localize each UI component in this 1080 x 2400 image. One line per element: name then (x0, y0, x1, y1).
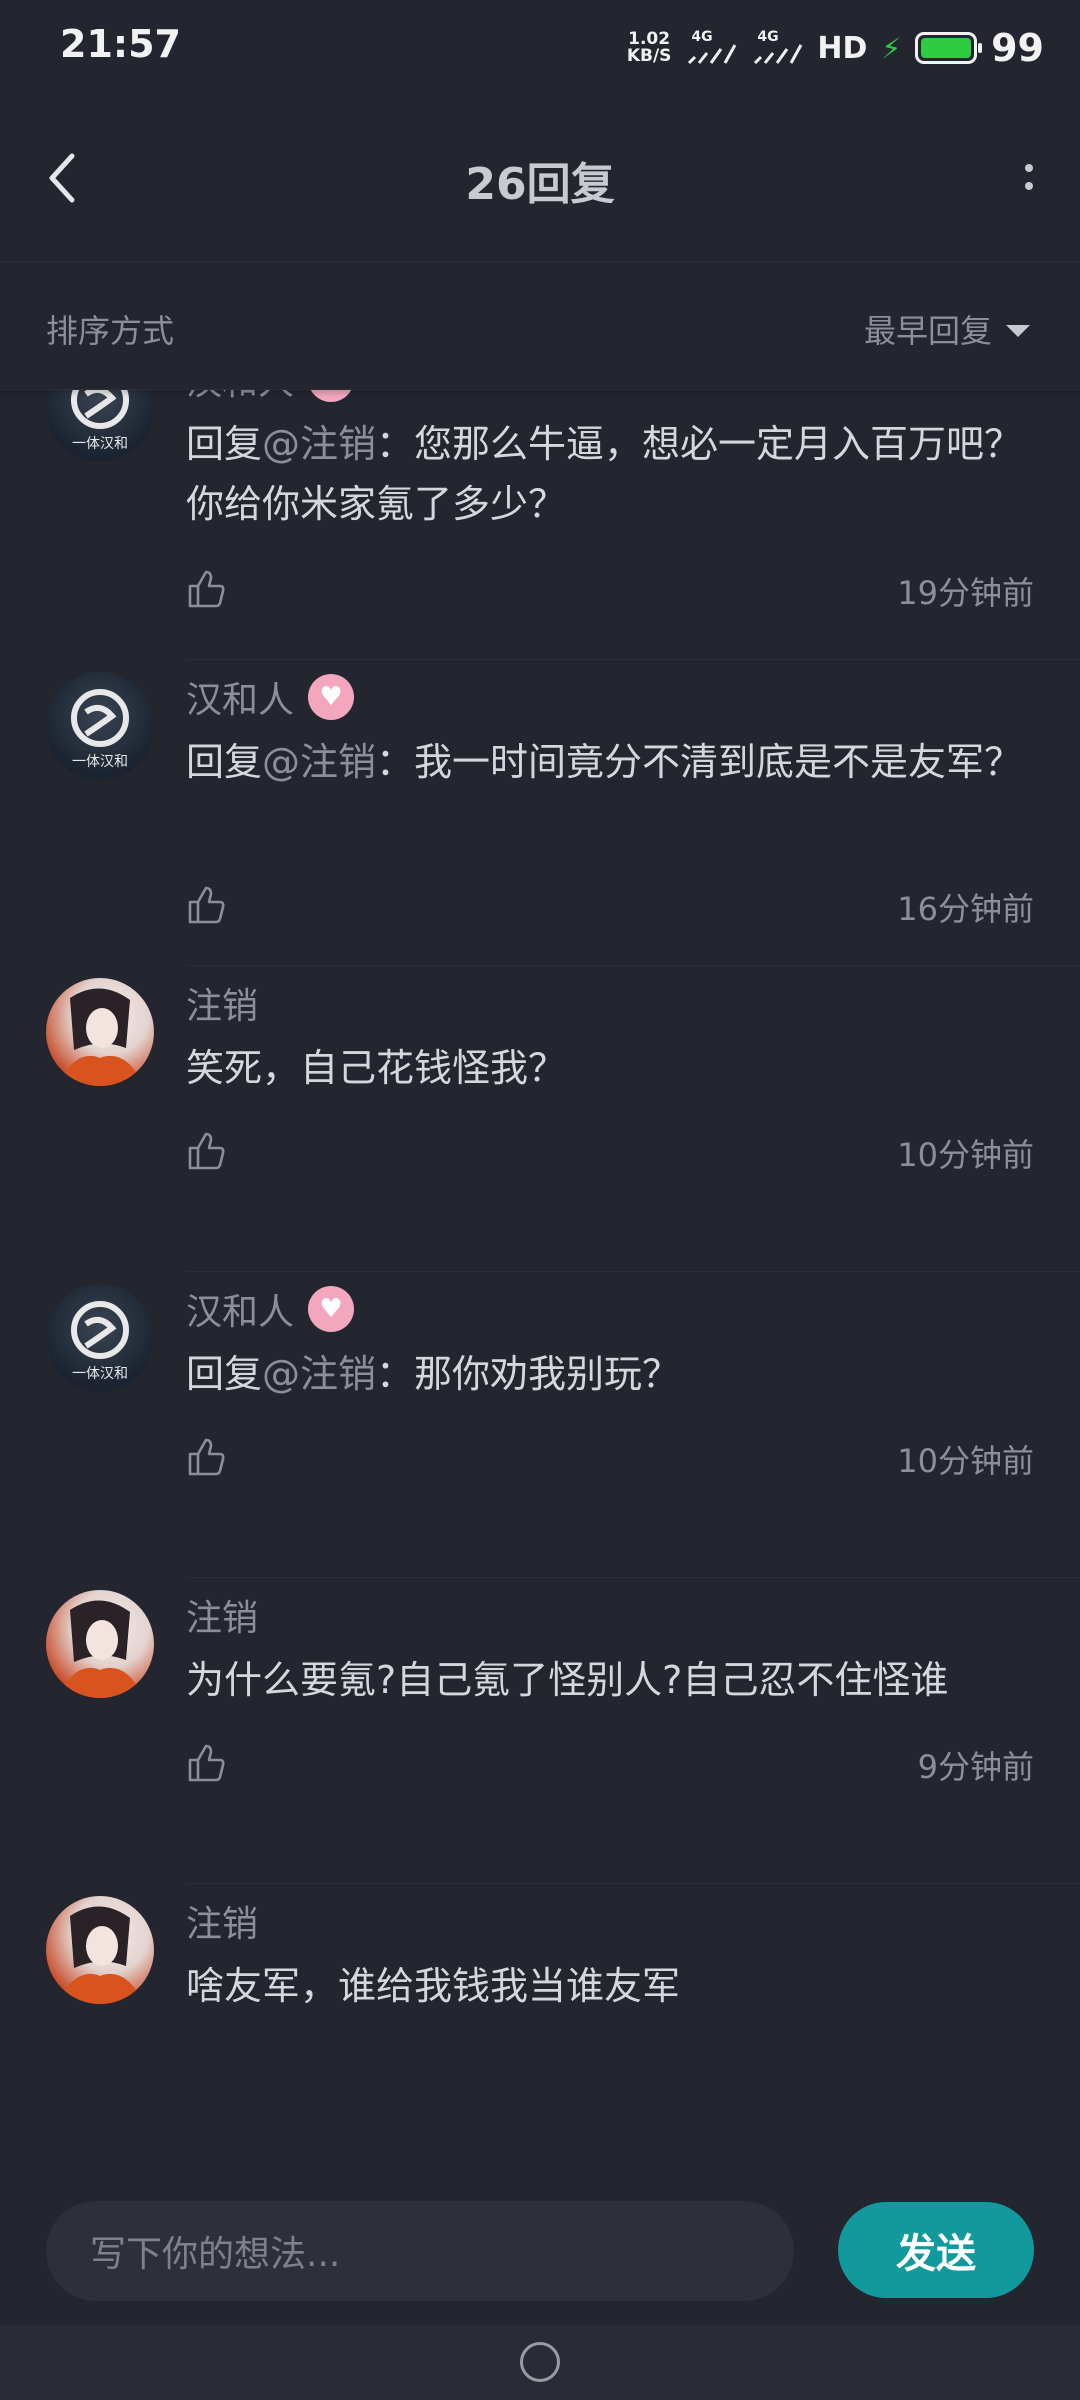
reply-item: 一体汉和 汉和人 ♥ 回复@注销：我一时间竟分不清到底是不是友军？ 16分钟前 (0, 660, 1080, 966)
reply-item: 注销 笑死，自己花钱怪我？ 10分钟前 (0, 966, 1080, 1272)
system-nav-bar (0, 2325, 1080, 2400)
user-name[interactable]: 注销 (186, 1895, 258, 1947)
reply-time: 9分钟前 (917, 1748, 1034, 1786)
anime-avatar-icon (56, 1906, 144, 2004)
logo-avatar-icon: 一体汉和 (71, 1301, 129, 1382)
avatar[interactable]: 一体汉和 (46, 1284, 154, 1392)
user-badge-icon: ♥ (308, 674, 355, 720)
header: 26回复 (0, 96, 1080, 262)
logo-avatar-icon: 一体汉和 (71, 390, 129, 452)
reply-text: 回复@注销：我一时间竟分不清到底是不是友军？ (186, 740, 1023, 784)
mention-link[interactable]: @注销 (262, 740, 376, 784)
user-badge-icon: ♥ (308, 390, 355, 402)
status-bar: 21:57 1.02 KB/S 4G 4G HD ⚡ 99 (0, 0, 1080, 96)
avatar[interactable] (46, 1590, 154, 1698)
like-icon[interactable] (184, 1434, 228, 1478)
user-name[interactable]: 汉和人 (186, 671, 294, 723)
mention-link[interactable]: @注销 (262, 1352, 376, 1396)
caret-down-icon (1006, 325, 1030, 337)
svg-text:一体汉和: 一体汉和 (72, 436, 128, 452)
like-icon[interactable] (184, 1128, 228, 1172)
battery-icon (915, 32, 983, 64)
reply-text: 回复@注销：您那么牛逼，想必一定月入百万吧？你给你米家氪了多少？ (186, 422, 1023, 526)
user-name[interactable]: 汉和人 (186, 1283, 294, 1335)
sort-bar: 排序方式 最早回复 (0, 262, 1080, 390)
sort-selected: 最早回复 (863, 312, 992, 350)
reply-composer: 写下你的想法... 发送 (0, 2175, 1080, 2325)
send-button[interactable]: 发送 (838, 2202, 1034, 2298)
more-button[interactable] (1014, 152, 1044, 202)
svg-text:一体汉和: 一体汉和 (72, 1366, 128, 1382)
comment-input[interactable]: 写下你的想法... (46, 2201, 794, 2301)
avatar[interactable]: 一体汉和 (46, 672, 154, 780)
avatar[interactable] (46, 1896, 154, 2004)
user-name[interactable]: 汉和人 (186, 390, 294, 405)
reply-time: 10分钟前 (897, 1136, 1034, 1174)
avatar[interactable]: 一体汉和 (46, 390, 154, 462)
hd-voice-icon: HD (817, 30, 868, 66)
status-icons: 1.02 KB/S 4G 4G HD ⚡ 99 (627, 26, 1044, 70)
like-icon[interactable] (184, 1740, 228, 1784)
reply-time: 10分钟前 (897, 1442, 1034, 1480)
status-time: 21:57 (60, 22, 181, 66)
user-name[interactable]: 注销 (186, 977, 258, 1029)
logo-avatar-icon: 一体汉和 (71, 689, 129, 770)
network-speed-unit: KB/S (626, 46, 672, 66)
svg-text:一体汉和: 一体汉和 (72, 754, 128, 770)
avatar[interactable] (46, 978, 154, 1086)
reply-text: 啥友军，谁给我钱我当谁友军 (186, 1964, 681, 2008)
reply-time: 16分钟前 (897, 890, 1034, 928)
network-speed: 1.02 KB/S (627, 31, 672, 65)
reply-list[interactable]: 一体汉和 汉和人 ♥ 回复@注销：您那么牛逼，想必一定月入百万吧？你给你米家氪了… (0, 390, 1080, 2175)
signal-icon: 4G (751, 29, 803, 65)
signal-icon: 4G (685, 29, 737, 65)
like-icon[interactable] (184, 566, 228, 610)
like-icon[interactable] (184, 882, 228, 926)
home-button-icon[interactable] (520, 2342, 560, 2382)
anime-avatar-icon (56, 988, 144, 1086)
user-name[interactable]: 注销 (186, 1589, 258, 1641)
reply-item: 一体汉和 汉和人 ♥ 回复@注销：您那么牛逼，想必一定月入百万吧？你给你米家氪了… (0, 390, 1080, 660)
sort-label: 排序方式 (46, 312, 175, 350)
reply-item: 注销 为什么要氪?自己氪了怪别人?自己忍不住怪谁 9分钟前 (0, 1578, 1080, 1884)
reply-text: 笑死，自己花钱怪我？ (186, 1046, 567, 1090)
reply-item: 一体汉和 汉和人 ♥ 回复@注销：那你劝我别玩？ 10分钟前 (0, 1272, 1080, 1578)
sort-dropdown[interactable]: 最早回复 (864, 306, 1030, 352)
battery-level: 99 (991, 26, 1044, 70)
more-dots-icon (1025, 164, 1033, 172)
charging-icon: ⚡ (881, 31, 902, 65)
mention-link[interactable]: @注销 (262, 422, 376, 466)
reply-time: 19分钟前 (897, 574, 1034, 612)
reply-text: 为什么要氪?自己氪了怪别人?自己忍不住怪谁 (186, 1658, 949, 1702)
user-badge-icon: ♥ (308, 1286, 355, 1332)
reply-item: 注销 啥友军，谁给我钱我当谁友军 (0, 1884, 1080, 2175)
anime-avatar-icon (56, 1600, 144, 1698)
reply-text: 回复@注销：那你劝我别玩？ (186, 1352, 681, 1396)
page-title: 26回复 (465, 159, 615, 210)
